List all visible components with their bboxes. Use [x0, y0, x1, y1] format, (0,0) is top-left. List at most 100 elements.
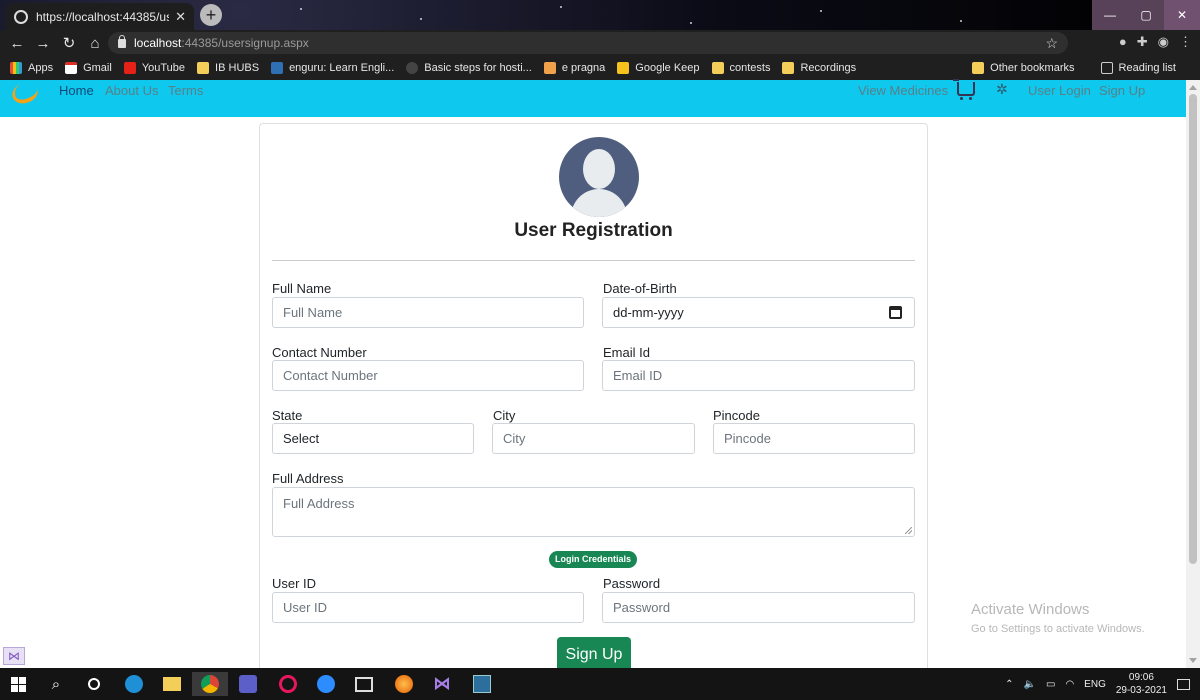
bookmark-star-icon[interactable]: ☆ [1045, 35, 1058, 52]
tab-close-button[interactable]: ✕ [175, 9, 186, 25]
folder-icon [972, 62, 985, 74]
close-window-button[interactable]: ✕ [1164, 0, 1200, 30]
nav-terms-link[interactable]: Terms [168, 83, 203, 98]
firefox-taskbar-icon[interactable] [386, 672, 422, 696]
new-tab-button[interactable]: + [200, 4, 222, 26]
address-bar[interactable]: localhost :44385/usersignup.aspx ☆ [108, 32, 1068, 54]
site-logo-icon[interactable] [9, 79, 41, 107]
pincode-input[interactable]: Pincode [713, 423, 915, 454]
teams-taskbar-icon[interactable] [230, 672, 266, 696]
user-id-placeholder: User ID [283, 600, 328, 615]
volume-icon[interactable]: 🔈 [1024, 679, 1036, 690]
watermark-title: Activate Windows [971, 601, 1090, 618]
full-address-textarea[interactable]: Full Address [272, 487, 915, 537]
window-icon [355, 676, 373, 692]
app-taskbar-icon[interactable] [270, 672, 306, 696]
bookmark-contests[interactable]: contests [711, 62, 770, 74]
nav-home-link[interactable]: Home [59, 83, 94, 98]
bookmark-apps[interactable]: Apps [10, 62, 53, 74]
forward-button[interactable]: → [30, 35, 56, 52]
home-button[interactable]: ⌂ [82, 35, 108, 52]
email-input[interactable]: Email ID [602, 360, 915, 391]
visual-studio-widget-icon[interactable]: ⋈ [3, 647, 25, 665]
url-host: localhost [134, 36, 182, 50]
background-star [690, 22, 692, 24]
full-name-placeholder: Full Name [283, 305, 343, 320]
browser-tab[interactable]: https://localhost:44385/usersign ✕ [6, 3, 194, 30]
tray-chevron-icon[interactable]: ⌃ [1005, 679, 1013, 690]
bookmarks-bar: Apps Gmail YouTube IB HUBS enguru: Learn… [0, 56, 1200, 80]
browser-tab-strip: https://localhost:44385/usersign ✕ + — ▢… [0, 0, 1200, 30]
bookmark-google-keep[interactable]: Google Keep [617, 62, 700, 74]
browser-toolbar: ← → ↻ ⌂ localhost :44385/usersignup.aspx… [0, 30, 1200, 56]
state-selected-value: Select [283, 431, 320, 446]
clock-date: 29-03-2021 [1115, 685, 1167, 696]
bookmark-youtube[interactable]: YouTube [123, 62, 185, 74]
chrome-taskbar-icon[interactable] [192, 672, 228, 696]
puzzle-icon[interactable]: ✚ [1137, 34, 1148, 50]
bookmark-recordings[interactable]: Recordings [782, 62, 856, 74]
nav-sign-up-link[interactable]: Sign Up [1099, 83, 1145, 98]
reading-list[interactable]: Reading list [1100, 62, 1176, 74]
menu-dots-icon[interactable]: ⋮ [1179, 34, 1192, 50]
contact-number-placeholder: Contact Number [283, 368, 378, 383]
notification-icon[interactable] [1177, 678, 1190, 690]
login-credentials-badge: Login Credentials [549, 551, 637, 568]
state-label: State [272, 408, 303, 423]
password-input[interactable]: Password [602, 592, 915, 623]
bookmark-basic-steps[interactable]: Basic steps for hosti... [406, 62, 532, 74]
bookmark-enguru[interactable]: enguru: Learn Engli... [271, 62, 394, 74]
contact-number-input[interactable]: Contact Number [272, 360, 584, 391]
visual-studio-taskbar-icon[interactable]: ⋈ [424, 672, 460, 696]
back-button[interactable]: ← [4, 35, 30, 52]
other-bookmarks[interactable]: Other bookmarks [972, 62, 1075, 74]
apps-icon [10, 62, 22, 74]
zoom-taskbar-icon[interactable] [308, 672, 344, 696]
city-input[interactable]: City [492, 423, 695, 454]
nav-about-link[interactable]: About Us [105, 83, 158, 98]
bookmark-e-pragna[interactable]: e pragna [543, 62, 605, 74]
page-scrollbar[interactable] [1186, 80, 1200, 668]
edge-taskbar-icon[interactable] [116, 672, 152, 696]
wifi-icon[interactable]: ◠ [1065, 679, 1074, 690]
dob-value: dd-mm-yyyy [613, 305, 684, 320]
clock[interactable]: 09:06 29-03-2021 [1116, 671, 1167, 697]
minimize-button[interactable]: — [1092, 0, 1128, 30]
page-title: User Registration [514, 220, 673, 241]
clock-time: 09:06 [1128, 672, 1154, 683]
maximize-button[interactable]: ▢ [1128, 0, 1164, 30]
nav-view-medicines-link[interactable]: View Medicines [858, 83, 948, 98]
cart-icon[interactable] [953, 79, 975, 100]
language-indicator[interactable]: ENG [1084, 679, 1106, 690]
extension-icon[interactable]: ● [1119, 34, 1127, 50]
scrollbar-thumb[interactable] [1189, 94, 1197, 564]
epragna-icon [543, 62, 556, 74]
full-address-label: Full Address [272, 471, 344, 486]
resize-handle-icon[interactable] [905, 527, 912, 534]
start-button[interactable] [0, 672, 36, 696]
profile-icon[interactable]: ◉ [1158, 34, 1169, 50]
state-select[interactable]: Select [272, 423, 474, 454]
dob-input[interactable]: dd-mm-yyyy [602, 297, 915, 328]
explorer-taskbar-icon[interactable] [154, 672, 190, 696]
teams-icon [239, 675, 257, 693]
scroll-down-arrow-icon[interactable] [1189, 658, 1197, 663]
scroll-up-arrow-icon[interactable] [1189, 85, 1197, 90]
reload-button[interactable]: ↻ [56, 34, 82, 52]
email-placeholder: Email ID [613, 368, 663, 383]
ssms-taskbar-icon[interactable] [464, 672, 500, 696]
window-taskbar-icon[interactable] [346, 672, 382, 696]
nav-user-login-link[interactable]: User Login [1028, 83, 1091, 98]
task-view-icon[interactable] [76, 672, 112, 696]
search-icon[interactable]: ⌕ [38, 672, 74, 696]
settings-icon[interactable]: ✲ [996, 82, 1010, 96]
folder-icon [163, 677, 181, 691]
calendar-icon[interactable] [889, 306, 902, 319]
bookmark-ib-hubs[interactable]: IB HUBS [197, 62, 259, 74]
user-id-input[interactable]: User ID [272, 592, 584, 623]
full-name-input[interactable]: Full Name [272, 297, 584, 328]
chrome-icon [201, 675, 219, 693]
bookmark-gmail[interactable]: Gmail [65, 62, 112, 74]
windows-logo-icon [10, 676, 26, 692]
battery-icon[interactable]: ▭ [1046, 679, 1055, 690]
